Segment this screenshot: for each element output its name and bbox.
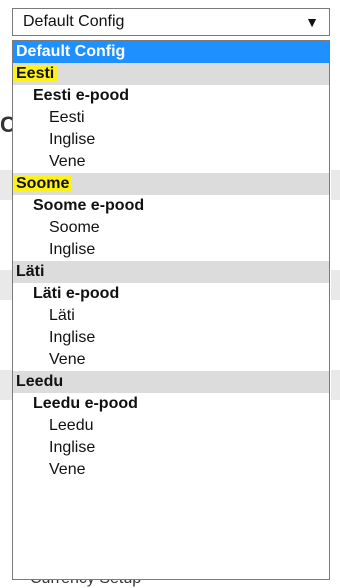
option-label: Default Config: [16, 43, 126, 60]
background-row-stripe: [0, 170, 12, 200]
background-row-stripe: [331, 270, 340, 300]
background-row-stripe: [331, 370, 340, 400]
option-view[interactable]: Leedu: [13, 415, 329, 437]
select-current-value: Default Config: [23, 13, 125, 30]
option-view[interactable]: Soome: [13, 217, 329, 239]
option-label: Eesti e-pood: [33, 87, 130, 104]
option-label: Inglise: [49, 131, 96, 148]
background-row-stripe: [0, 270, 12, 300]
option-view[interactable]: Inglise: [13, 437, 329, 459]
option-label: Inglise: [49, 439, 96, 456]
option-store[interactable]: Soome e-pood: [13, 195, 329, 217]
option-label: Leedu: [16, 373, 64, 390]
background-row-stripe: [331, 170, 340, 200]
option-store[interactable]: Läti e-pood: [13, 283, 329, 305]
option-view[interactable]: Inglise: [13, 239, 329, 261]
option-selected[interactable]: Default Config: [13, 41, 329, 63]
option-label: Eesti: [49, 109, 85, 126]
store-scope-select[interactable]: Default Config ▼: [12, 8, 330, 36]
option-label: Leedu e-pood: [33, 395, 138, 412]
option-store[interactable]: Leedu e-pood: [13, 393, 329, 415]
option-label: Läti: [16, 263, 45, 280]
option-label: Inglise: [49, 241, 96, 258]
option-label: Inglise: [49, 329, 96, 346]
chevron-down-icon[interactable]: ▼: [305, 14, 319, 30]
option-group: Eesti: [13, 63, 329, 85]
option-view[interactable]: Vene: [13, 349, 329, 371]
option-label: Leedu: [49, 417, 94, 434]
option-group: Leedu: [13, 371, 329, 393]
option-view[interactable]: Eesti: [13, 107, 329, 129]
option-label: Läti: [49, 307, 75, 324]
option-view[interactable]: Vene: [13, 459, 329, 481]
store-scope-dropdown[interactable]: Default Config Eesti Eesti e-pood Eesti Ingl…: [12, 40, 330, 580]
option-view[interactable]: Inglise: [13, 129, 329, 151]
option-label: Eesti: [13, 65, 58, 82]
option-label: Läti e-pood: [33, 285, 120, 302]
option-store[interactable]: Eesti e-pood: [13, 85, 329, 107]
option-label: Vene: [49, 153, 86, 170]
option-label: Soome e-pood: [33, 197, 145, 214]
background-row-stripe: [0, 370, 12, 400]
option-view[interactable]: Vene: [13, 151, 329, 173]
option-label: Soome: [49, 219, 100, 236]
option-group: Soome: [13, 173, 329, 195]
option-label: Vene: [49, 461, 86, 478]
option-view[interactable]: Läti: [13, 305, 329, 327]
option-label: Vene: [49, 351, 86, 368]
option-view[interactable]: Inglise: [13, 327, 329, 349]
option-label: Soome: [13, 175, 73, 192]
option-group: Läti: [13, 261, 329, 283]
